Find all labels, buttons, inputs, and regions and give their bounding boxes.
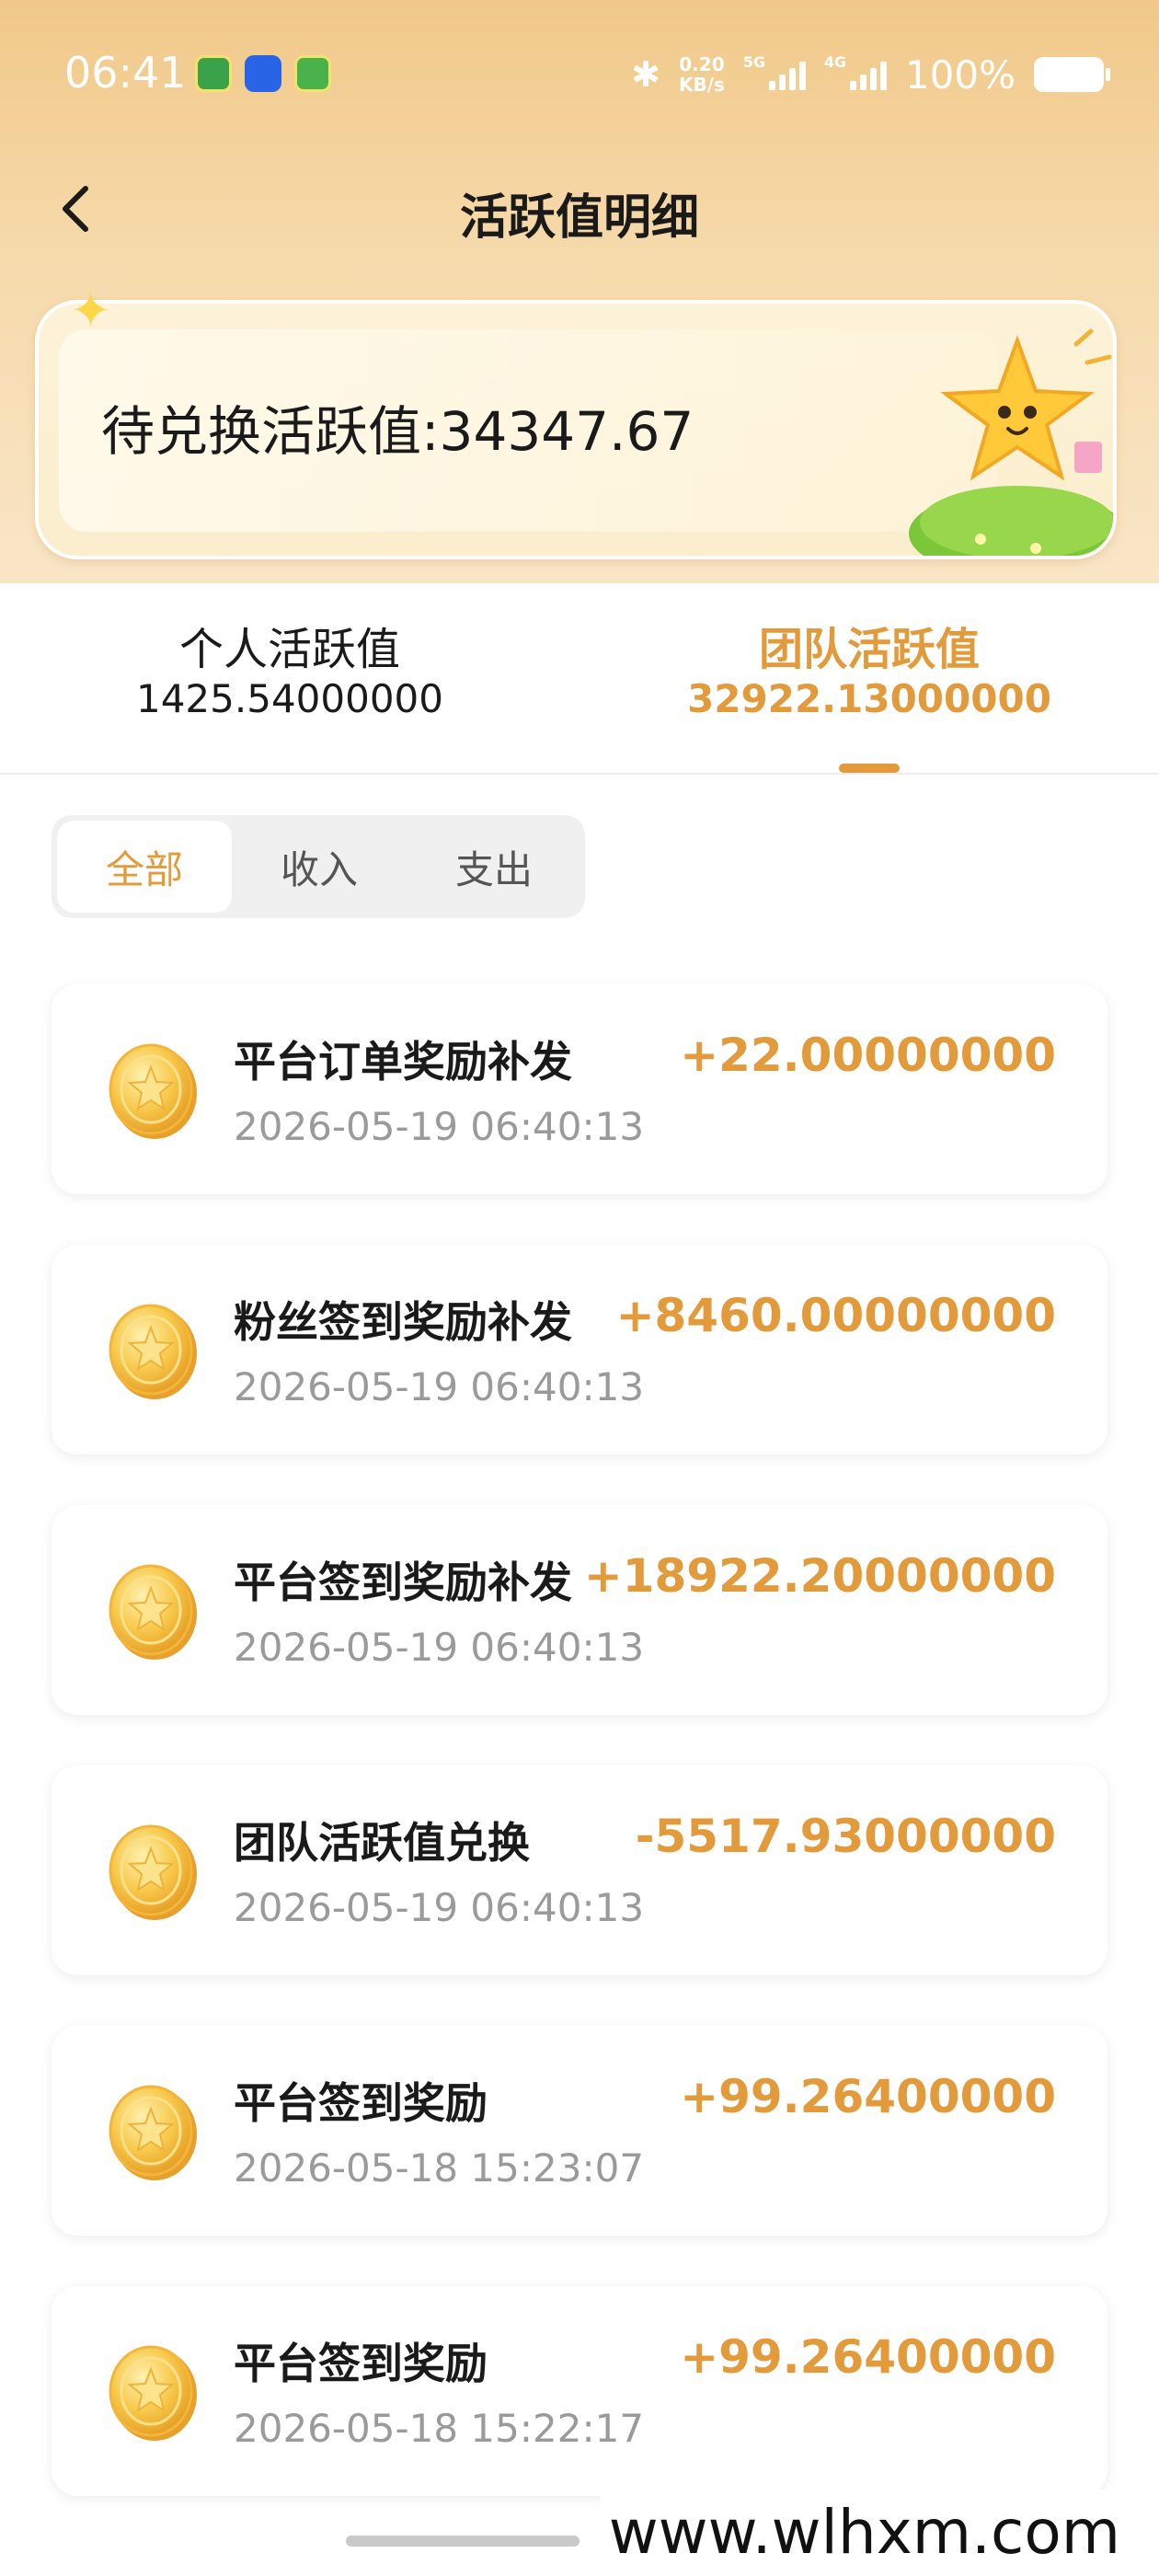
coin-icon [109,2085,199,2182]
tab-value: 1425.54000000 [135,676,443,721]
tab-personal-points[interactable]: 个人活跃值 1425.54000000 [0,624,580,723]
shield-notification-icon [245,55,281,92]
pending-points-label: 待兑换活跃值:34347.67 [101,400,694,463]
record-amount: +8460.00000000 [615,1289,1056,1342]
record-title: 粉丝签到奖励补发 [234,1297,572,1347]
record-title: 平台签到奖励 [234,2339,488,2388]
coin-icon [109,1304,199,1401]
sim2-label: 4G [823,53,847,71]
bluetooth-icon: ✱ [631,54,660,95]
record-time: 2026-05-19 06:40:13 [234,1104,645,1149]
record-amount: +99.26400000 [680,2070,1056,2123]
active-tab-indicator [839,764,900,773]
record-item[interactable]: 平台签到奖励 2026-05-18 15:23:07 +99.26400000 [52,2026,1107,2236]
battery-icon [1034,57,1110,92]
status-bar: 06:41 ✱ 0.20 KB/s 5G 4G 100% [0,0,1159,153]
tab-team-points[interactable]: 团队活跃值 32922.13000000 [580,624,1159,723]
filter-expense[interactable]: 支出 [407,821,581,913]
tab-title: 团队活跃值 [758,624,980,675]
record-item[interactable]: 团队活跃值兑换 2026-05-19 06:40:13 -5517.930000… [52,1765,1107,1975]
record-time: 2026-05-18 15:23:07 [234,2145,645,2191]
record-amount: +18922.20000000 [583,1549,1056,1603]
page-title: 活跃值明细 [459,190,699,246]
record-time: 2026-05-19 06:40:13 [234,1364,645,1409]
home-indicator[interactable] [346,2536,580,2547]
record-amount: +99.26400000 [680,2330,1056,2384]
filter-segmented-control: 全部 收入 支出 [52,815,585,918]
record-time: 2026-05-18 15:22:17 [234,2406,645,2451]
status-time: 06:41 [64,48,187,98]
network-speed-value: 0.20 [679,53,725,75]
signal-icon: 4G [824,53,887,90]
record-title: 平台签到奖励补发 [234,1558,572,1607]
record-item[interactable]: 平台签到奖励补发 2026-05-19 06:40:13 +18922.2000… [52,1505,1107,1715]
record-item[interactable]: 粉丝签到奖励补发 2026-05-19 06:40:13 +8460.00000… [52,1245,1107,1455]
signal-icon: 5G [743,53,806,90]
filter-income[interactable]: 收入 [232,821,407,913]
record-amount: -5517.93000000 [635,1810,1056,1863]
record-time: 2026-05-19 06:40:13 [234,1625,645,1670]
balance-banner: 待兑换活跃值:34347.67 [35,300,1117,559]
status-indicators: ✱ 0.20 KB/s 5G 4G 100% [631,52,1110,98]
record-item[interactable]: 平台签到奖励 2026-05-18 15:22:17 +99.26400000 [52,2286,1107,2496]
sim1-label: 5G [742,53,766,71]
tab-value: 32922.13000000 [687,676,1051,721]
network-speed-unit: KB/s [678,74,725,96]
star-mascot-illustration [909,328,1113,556]
points-tabs: 个人活跃值 1425.54000000 团队活跃值 32922.13000000 [0,583,1159,775]
record-item[interactable]: 平台订单奖励补发 2026-05-19 06:40:13 +22.0000000… [52,984,1107,1194]
coin-icon [109,1824,199,1922]
sparkle-icon: ✦ [70,282,112,339]
record-title: 团队活跃值兑换 [234,1818,530,1868]
record-amount: +22.00000000 [680,1029,1056,1082]
nav-bar: 活跃值明细 [0,166,1159,248]
app-notification-icon [195,55,232,92]
watermark-text: www.wlhxm.com [599,2490,1130,2576]
tab-title: 个人活跃值 [178,624,400,675]
coin-icon [109,2345,199,2443]
coin-icon [109,1564,199,1662]
network-speed: 0.20 KB/s [679,54,725,95]
battery-percent: 100% [904,52,1016,98]
filter-all[interactable]: 全部 [57,821,232,913]
app-notification-icon [294,55,331,92]
coin-icon [109,1043,199,1141]
record-title: 平台签到奖励 [234,2078,488,2128]
record-title: 平台订单奖励补发 [234,1037,572,1087]
record-time: 2026-05-19 06:40:13 [234,1885,645,1930]
